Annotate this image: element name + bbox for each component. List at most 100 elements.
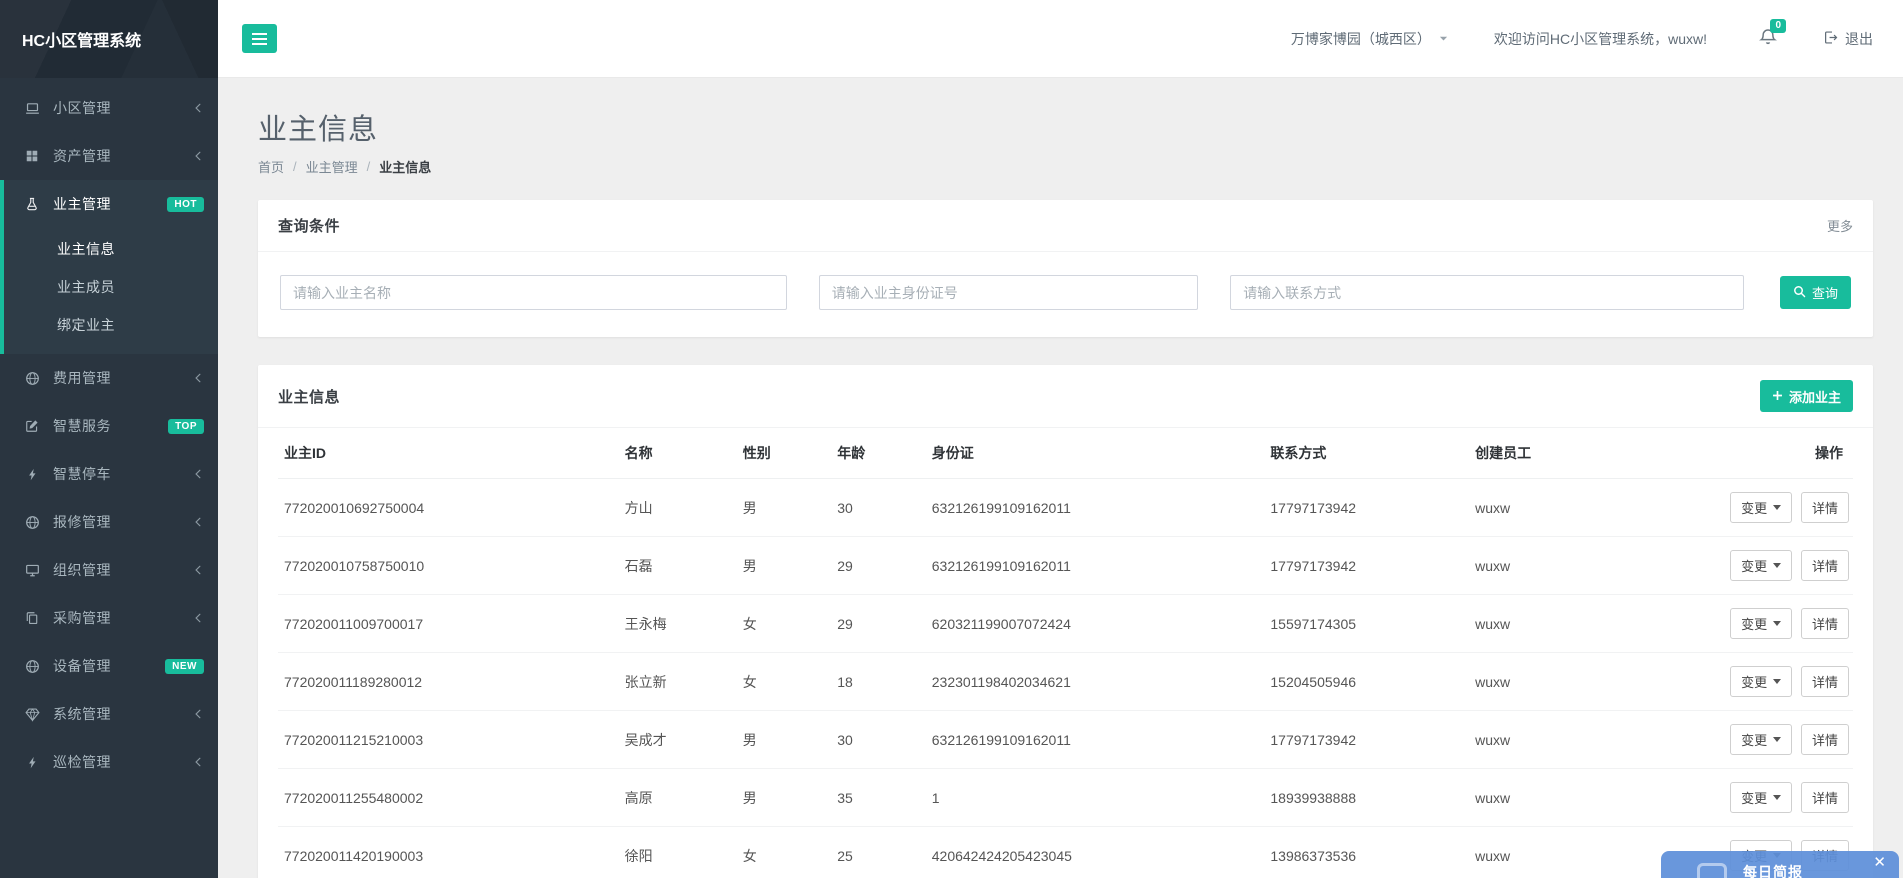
chevron-left-icon bbox=[192, 468, 204, 480]
owners-panel-title: 业主信息 bbox=[278, 386, 340, 407]
detail-button[interactable]: 详情 bbox=[1801, 492, 1849, 523]
change-button[interactable]: 变更 bbox=[1730, 724, 1792, 755]
cell-idcard: 232301198402034621 bbox=[924, 653, 1263, 711]
sidebar-item[interactable]: 系统管理 bbox=[4, 690, 218, 738]
sidebar-item[interactable]: 资产管理 bbox=[4, 132, 218, 180]
cell-contact: 17797173942 bbox=[1262, 479, 1467, 537]
chevron-left-icon bbox=[192, 150, 204, 162]
contact-input[interactable] bbox=[1230, 275, 1744, 310]
sidebar-item[interactable]: 业主管理 HOT bbox=[4, 180, 218, 228]
caret-down-icon bbox=[1773, 505, 1781, 510]
cell-idcard: 632126199109162011 bbox=[924, 711, 1263, 769]
table-row: 772020011255480002 高原 男 35 1 18939938888… bbox=[278, 769, 1853, 827]
detail-button[interactable]: 详情 bbox=[1801, 666, 1849, 697]
detail-button[interactable]: 详情 bbox=[1801, 550, 1849, 581]
sidebar-item[interactable]: 智慧服务 TOP bbox=[4, 402, 218, 450]
cell-gender: 男 bbox=[735, 711, 830, 769]
cell-owner-id: 772020011215210003 bbox=[278, 711, 617, 769]
change-button[interactable]: 变更 bbox=[1730, 550, 1792, 581]
globe-icon bbox=[22, 515, 42, 530]
header-right: 万博家博园（城西区） 欢迎访问HC小区管理系统，wuxw! 0 退出 bbox=[1291, 28, 1873, 49]
chevron-left-icon bbox=[192, 612, 204, 624]
owner-idcard-input[interactable] bbox=[819, 275, 1198, 310]
cell-idcard: 620321199007072424 bbox=[924, 595, 1263, 653]
cell-idcard: 632126199109162011 bbox=[924, 537, 1263, 595]
sidebar-subitem[interactable]: 业主信息 bbox=[4, 230, 218, 268]
sidebar-menu: 小区管理 资产管理 业主管理 HOT 业主信息 业主成员 绑定业主 bbox=[0, 78, 218, 786]
sidebar-item[interactable]: 小区管理 bbox=[4, 84, 218, 132]
table-row: 772020010692750004 方山 男 30 6321261991091… bbox=[278, 479, 1853, 537]
cell-gender: 女 bbox=[735, 827, 830, 878]
add-owner-label: 添加业主 bbox=[1789, 387, 1841, 406]
cell-contact: 15204505946 bbox=[1262, 653, 1467, 711]
globe-icon bbox=[22, 371, 42, 386]
sidebar-item[interactable]: 智慧停车 bbox=[4, 450, 218, 498]
column-header: 名称 bbox=[617, 428, 735, 479]
laptop-icon bbox=[22, 101, 42, 116]
sidebar-subitem[interactable]: 绑定业主 bbox=[4, 306, 218, 344]
caret-down-icon bbox=[1773, 795, 1781, 800]
cell-age: 29 bbox=[829, 595, 924, 653]
sidebar-subitem[interactable]: 业主成员 bbox=[4, 268, 218, 306]
sidebar-item[interactable]: 费用管理 bbox=[4, 354, 218, 402]
top-header: 万博家博园（城西区） 欢迎访问HC小区管理系统，wuxw! 0 退出 bbox=[218, 0, 1903, 78]
gem-icon bbox=[22, 707, 42, 722]
more-link[interactable]: 更多 bbox=[1827, 216, 1853, 235]
cell-contact: 18939938888 bbox=[1262, 769, 1467, 827]
caret-down-icon bbox=[1773, 737, 1781, 742]
welcome-text: 欢迎访问HC小区管理系统，wuxw! bbox=[1494, 29, 1707, 49]
breadcrumb-home[interactable]: 首页 bbox=[258, 157, 284, 176]
sidebar-item[interactable]: 组织管理 bbox=[4, 546, 218, 594]
cell-name: 方山 bbox=[617, 479, 735, 537]
cell-owner-id: 772020011009700017 bbox=[278, 595, 617, 653]
hamburger-icon bbox=[252, 33, 267, 35]
breadcrumb-owner-mgmt[interactable]: 业主管理 bbox=[306, 157, 358, 176]
submenu: 业主信息 业主成员 绑定业主 bbox=[4, 228, 218, 354]
owner-name-input[interactable] bbox=[280, 275, 787, 310]
menu-badge: TOP bbox=[168, 419, 204, 434]
notification-count-badge: 0 bbox=[1770, 19, 1786, 33]
edit-icon bbox=[22, 419, 42, 433]
cell-contact: 17797173942 bbox=[1262, 537, 1467, 595]
cell-contact: 13986373536 bbox=[1262, 827, 1467, 878]
detail-button[interactable]: 详情 bbox=[1801, 782, 1849, 813]
app-brand: HC小区管理系统 bbox=[0, 0, 218, 78]
column-header: 年龄 bbox=[829, 428, 924, 479]
detail-button[interactable]: 详情 bbox=[1801, 724, 1849, 755]
sidebar-item[interactable]: 巡检管理 bbox=[4, 738, 218, 786]
cell-age: 30 bbox=[829, 711, 924, 769]
copy-icon bbox=[22, 611, 42, 625]
cell-creator: wuxw bbox=[1467, 769, 1695, 827]
sidebar-toggle-button[interactable] bbox=[242, 24, 277, 53]
close-icon[interactable]: ✕ bbox=[1873, 855, 1886, 871]
detail-button[interactable]: 详情 bbox=[1801, 608, 1849, 639]
cell-owner-id: 772020011255480002 bbox=[278, 769, 617, 827]
change-button[interactable]: 变更 bbox=[1730, 782, 1792, 813]
search-button-label: 查询 bbox=[1812, 283, 1838, 302]
flask-icon bbox=[22, 197, 42, 211]
cell-idcard: 1 bbox=[924, 769, 1263, 827]
sidebar-item[interactable]: 设备管理 NEW bbox=[4, 642, 218, 690]
table-row: 772020011420190003 徐阳 女 25 4206424242054… bbox=[278, 827, 1853, 878]
logout-button[interactable]: 退出 bbox=[1823, 29, 1873, 49]
notifications-button[interactable]: 0 bbox=[1759, 28, 1777, 49]
cell-creator: wuxw bbox=[1467, 537, 1695, 595]
sidebar-item[interactable]: 采购管理 bbox=[4, 594, 218, 642]
add-owner-button[interactable]: 添加业主 bbox=[1760, 380, 1853, 412]
change-button[interactable]: 变更 bbox=[1730, 608, 1792, 639]
cell-creator: wuxw bbox=[1467, 653, 1695, 711]
table-row: 772020011189280012 张立新 女 18 232301198402… bbox=[278, 653, 1853, 711]
table-header-row: 业主ID名称性别年龄身份证联系方式创建员工操作 bbox=[278, 428, 1853, 479]
caret-down-icon bbox=[1773, 563, 1781, 568]
change-button[interactable]: 变更 bbox=[1730, 492, 1792, 523]
column-header: 身份证 bbox=[924, 428, 1263, 479]
menu-badge: NEW bbox=[165, 659, 204, 674]
bolt-icon bbox=[22, 468, 42, 481]
search-button[interactable]: 查询 bbox=[1780, 276, 1851, 309]
plus-icon bbox=[1772, 389, 1783, 404]
cell-idcard: 420642424205423045 bbox=[924, 827, 1263, 878]
cell-creator: wuxw bbox=[1467, 479, 1695, 537]
community-selector[interactable]: 万博家博园（城西区） bbox=[1291, 29, 1448, 49]
change-button[interactable]: 变更 bbox=[1730, 666, 1792, 697]
sidebar-item[interactable]: 报修管理 bbox=[4, 498, 218, 546]
